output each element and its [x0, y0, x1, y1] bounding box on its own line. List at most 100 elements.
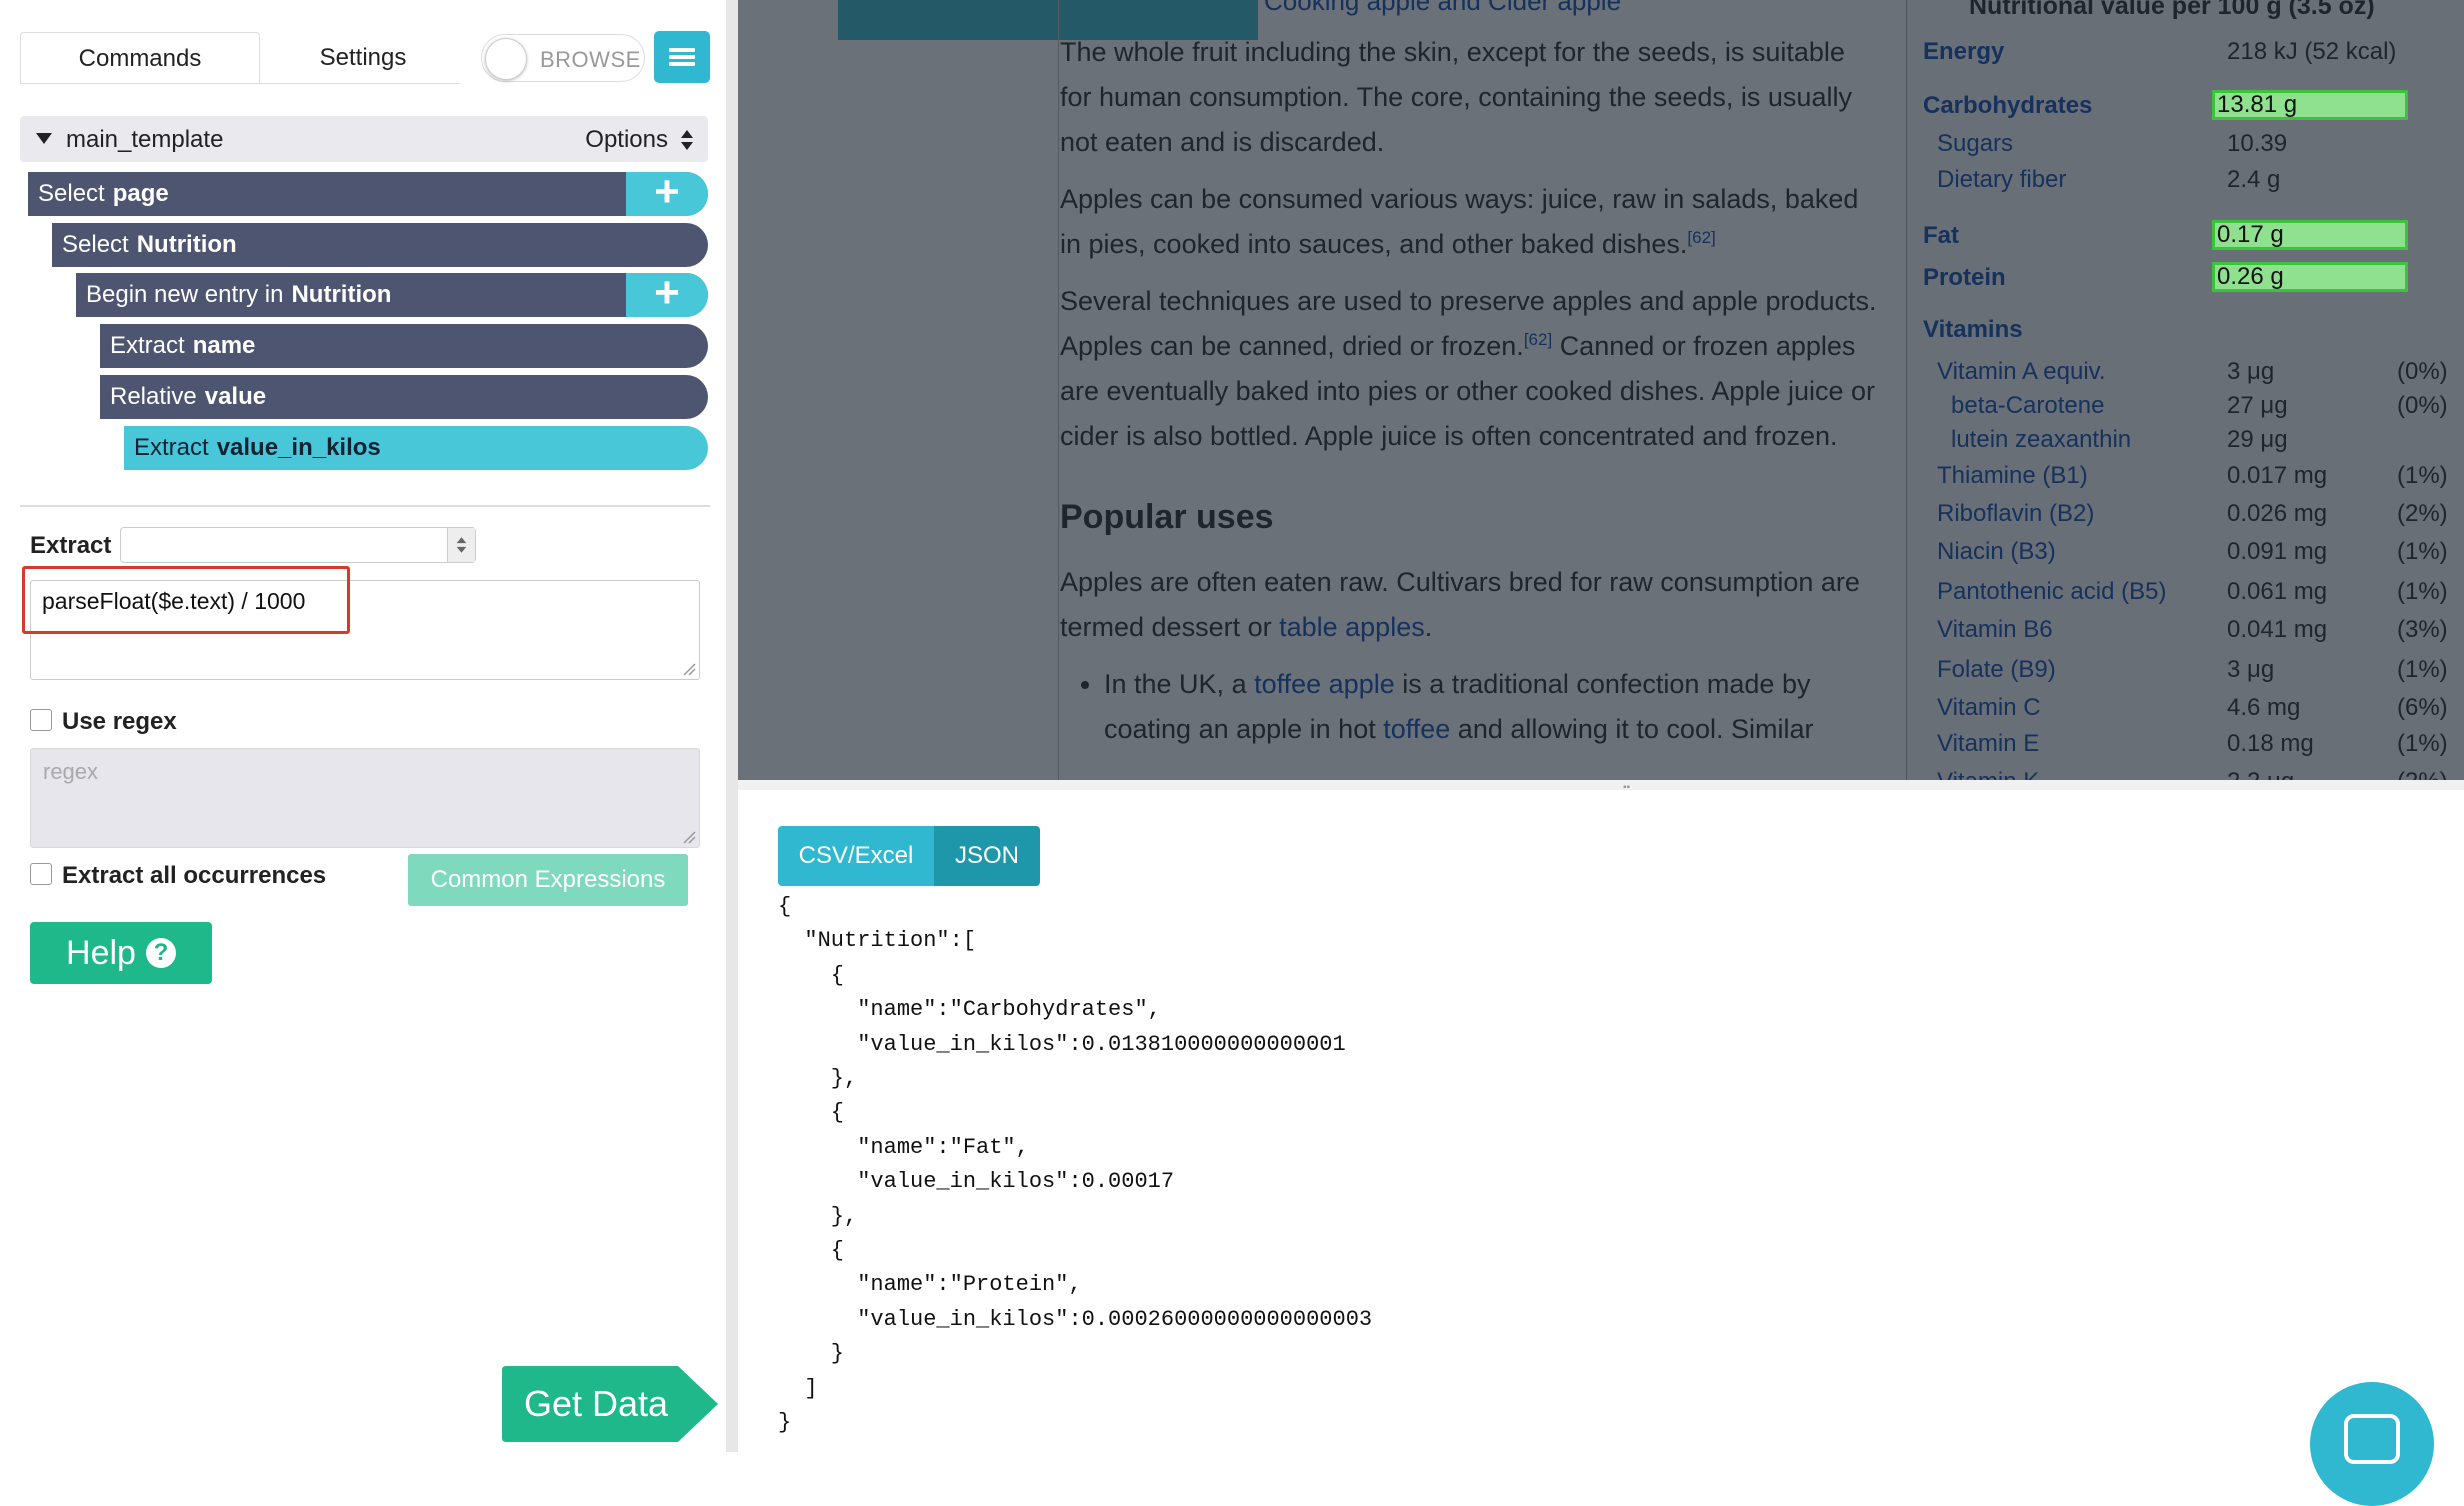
- get-data-button[interactable]: Get Data: [502, 1366, 718, 1442]
- command-extract-value-in-kilos[interactable]: Extract value_in_kilos: [124, 426, 708, 470]
- tab-commands[interactable]: Commands: [20, 32, 260, 84]
- nutrient-value: 0.041 mg: [2227, 616, 2328, 643]
- nutrient-value: 27 μg: [2227, 392, 2288, 419]
- article-body: The whole fruit including the skin, exce…: [1060, 30, 1880, 752]
- nutrient-name[interactable]: Folate (B9): [1937, 656, 2056, 684]
- resize-handle-icon[interactable]: [682, 662, 696, 676]
- command-target: Nutrition: [136, 231, 237, 258]
- caret-down-icon[interactable]: [36, 133, 52, 144]
- nutrient-value: 218 kJ (52 kcal): [2227, 38, 2397, 65]
- webpage-view[interactable]: Cooking apple and Cider apple The whole …: [738, 0, 2464, 780]
- toffee-apple-link[interactable]: toffee apple: [1254, 669, 1395, 699]
- browse-toggle[interactable]: BROWSE: [481, 34, 645, 82]
- nutrient-name[interactable]: Vitamins: [1923, 316, 2023, 344]
- nutrient-name[interactable]: Fat: [1923, 222, 1959, 250]
- panel-divider[interactable]: [726, 0, 738, 1452]
- nutrient-value: 0.026 mg: [2227, 500, 2328, 527]
- toffee-link[interactable]: toffee: [1383, 714, 1450, 744]
- table-apples-link[interactable]: table apples: [1279, 612, 1425, 642]
- template-selector[interactable]: main_template Options: [20, 116, 708, 162]
- citation-link[interactable]: [62]: [1687, 228, 1715, 247]
- extract-attribute-select[interactable]: [120, 527, 476, 563]
- nutrient-name[interactable]: Vitamin E: [1937, 730, 2039, 758]
- nutrient-name[interactable]: Thiamine (B1): [1937, 462, 2088, 490]
- sort-arrows-icon[interactable]: [680, 128, 694, 152]
- citation-link[interactable]: [62]: [1524, 330, 1552, 349]
- common-expressions-button[interactable]: Common Expressions: [408, 854, 688, 906]
- nutrient-name[interactable]: Niacin (B3): [1937, 538, 2056, 566]
- split-handle[interactable]: ▪▪: [738, 780, 2464, 793]
- section-divider: [20, 505, 710, 507]
- nutrient-name[interactable]: Vitamin K: [1937, 768, 2039, 780]
- browse-label: BROWSE: [540, 47, 641, 72]
- command-begin-new-entry[interactable]: Begin new entry in Nutrition +: [76, 268, 708, 317]
- nutrition-row: Riboflavin (B2) 0.026 mg (2%): [1907, 500, 2464, 534]
- tab-settings[interactable]: Settings: [268, 32, 458, 84]
- help-button[interactable]: Help ?: [30, 922, 212, 984]
- menu-button[interactable]: [654, 31, 710, 83]
- webpage-top-link[interactable]: Cooking apple and Cider apple: [1264, 0, 1621, 17]
- nutrition-row: Sugars 10.39: [1907, 130, 2464, 164]
- selected-nutrient-value[interactable]: 13.81 g: [2212, 90, 2408, 120]
- command-target: name: [192, 332, 256, 359]
- nutrient-value: 0.017 mg: [2227, 462, 2328, 489]
- options-dropdown[interactable]: Options: [585, 126, 668, 154]
- extract-label: Extract: [30, 532, 112, 559]
- nutrient-value: 29 μg: [2227, 426, 2288, 453]
- chat-fab-button[interactable]: [2310, 1382, 2434, 1506]
- paragraph: The whole fruit including the skin, exce…: [1060, 37, 1852, 157]
- toggle-knob[interactable]: [485, 38, 527, 80]
- extract-expression-value[interactable]: parseFloat($e.text) / 1000: [42, 588, 305, 615]
- nutrient-name[interactable]: Carbohydrates: [1923, 92, 2092, 120]
- nutrient-name[interactable]: beta-Carotene: [1951, 392, 2104, 420]
- nutrient-name[interactable]: Riboflavin (B2): [1937, 500, 2094, 528]
- bullet-list: In the UK, a toffee apple is a tradition…: [1104, 662, 1880, 752]
- command-extract-name[interactable]: Extract name: [100, 324, 708, 368]
- command-select-nutrition[interactable]: Select Nutrition: [52, 223, 708, 267]
- nutrition-row: Pantothenic acid (B5) 0.061 mg (1%): [1907, 578, 2464, 612]
- nutrient-name[interactable]: Protein: [1923, 264, 2006, 292]
- command-target: value: [204, 383, 267, 410]
- nutrient-value: 0.061 mg: [2227, 578, 2328, 605]
- command-verb: Extract: [134, 434, 209, 461]
- nutrient-name[interactable]: Sugars: [1937, 130, 2013, 158]
- command-verb: Begin new entry in: [86, 281, 284, 308]
- selected-nutrient-value[interactable]: 0.26 g: [2212, 262, 2408, 292]
- plus-icon: +: [654, 268, 680, 317]
- regex-input[interactable]: regex: [30, 748, 700, 848]
- nutrient-value: 3 μg: [2227, 358, 2275, 385]
- tab-csv-excel[interactable]: CSV/Excel: [778, 826, 934, 886]
- resize-handle-icon[interactable]: [682, 830, 696, 844]
- tab-json[interactable]: JSON: [934, 826, 1040, 886]
- nutrient-name[interactable]: Energy: [1923, 38, 2004, 66]
- nutrition-row: Vitamin A equiv. 3 μg (0%): [1907, 358, 2464, 392]
- paragraph: Apples can be consumed various ways: jui…: [1060, 184, 1859, 259]
- paragraph: Apples are often eaten raw. Cultivars br…: [1060, 567, 1860, 642]
- nutrient-percent: (3%): [2397, 616, 2448, 643]
- extract-all-checkbox[interactable]: [30, 863, 52, 885]
- nutrient-name[interactable]: Pantothenic acid (B5): [1937, 578, 2166, 606]
- output-panel: CSV/Excel JSON { "Nutrition":[ { "name":…: [738, 790, 2464, 1452]
- use-regex-label: Use regex: [62, 708, 177, 735]
- json-preview: { "Nutrition":[ { "name":"Carbohydrates"…: [778, 894, 1373, 1436]
- add-command-button[interactable]: +: [626, 170, 708, 216]
- nutrition-row: Niacin (B3) 0.091 mg (1%): [1907, 538, 2464, 572]
- nutrient-name[interactable]: Dietary fiber: [1937, 166, 2066, 194]
- tab-divider: [20, 83, 460, 84]
- add-command-button[interactable]: +: [626, 268, 708, 317]
- command-select-page[interactable]: Select page +: [28, 170, 708, 216]
- nutrient-value: 0.18 mg: [2227, 730, 2314, 757]
- nutrient-name[interactable]: lutein zeaxanthin: [1951, 426, 2131, 454]
- command-relative-value[interactable]: Relative value: [100, 375, 708, 419]
- nutrition-row: Energy 218 kJ (52 kcal): [1907, 38, 2464, 72]
- section-heading: Popular uses: [1060, 498, 1274, 536]
- nutrient-name[interactable]: Vitamin A equiv.: [1937, 358, 2106, 386]
- nutrient-value: 3 μg: [2227, 656, 2275, 683]
- nutrient-name[interactable]: Vitamin C: [1937, 694, 2041, 722]
- select-arrows-icon[interactable]: [447, 528, 475, 562]
- nutrient-percent: (2%): [2397, 500, 2448, 527]
- use-regex-checkbox[interactable]: [30, 709, 52, 731]
- nutrient-name[interactable]: Vitamin B6: [1937, 616, 2053, 644]
- chat-icon: [2344, 1414, 2400, 1464]
- selected-nutrient-value[interactable]: 0.17 g: [2212, 220, 2408, 250]
